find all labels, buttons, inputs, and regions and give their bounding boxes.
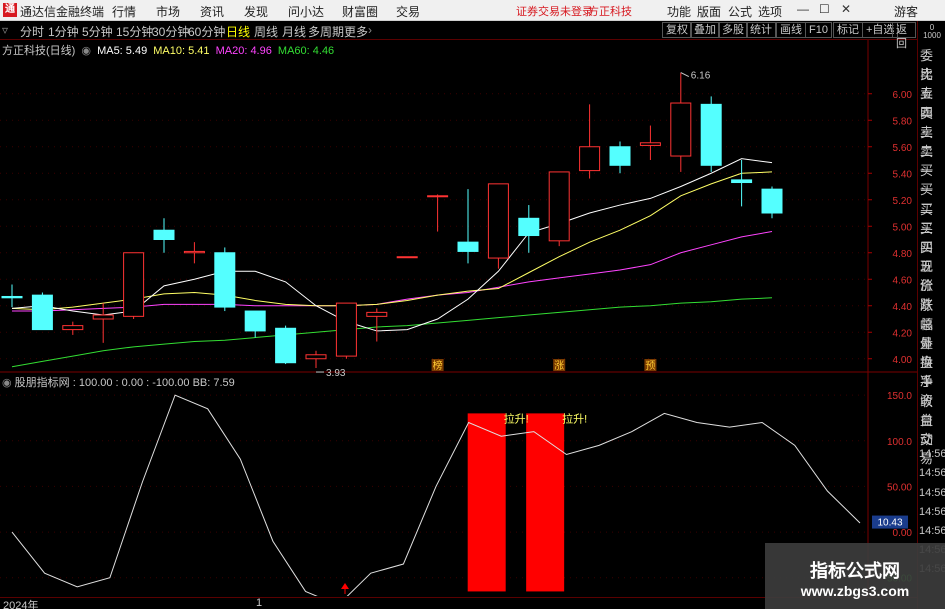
y-tick-label: 50.00 (887, 482, 912, 493)
candle-body (548, 171, 570, 242)
candle (214, 247, 236, 312)
candle (518, 205, 540, 253)
panel-top-label: 0 1000 (923, 23, 941, 40)
candle-body (366, 311, 388, 317)
candle-body (275, 327, 297, 364)
indicator-line (11, 394, 861, 596)
time-mark: 1 (256, 597, 263, 609)
y-tick-label: 4.80 (893, 249, 913, 260)
candle-body (518, 217, 540, 237)
candle (396, 256, 418, 259)
candle (305, 350, 327, 369)
y-tick-label: 5.80 (893, 116, 913, 127)
candle-body (305, 354, 327, 360)
candle (761, 186, 783, 219)
candle (548, 171, 570, 247)
y-tick-label: 0.00 (893, 528, 913, 539)
candle-body (214, 252, 236, 308)
candle (335, 302, 357, 359)
candle (1, 284, 23, 308)
panel-item: 14:56 (919, 525, 945, 537)
candle (731, 160, 753, 207)
watermark-title: 指标公式网 (810, 561, 900, 581)
y-tick-label: 4.40 (893, 302, 913, 313)
annotations-group: 6.16 3.93 榜 涨 预 (316, 71, 711, 379)
candle (275, 325, 297, 365)
candle (639, 125, 661, 160)
candle-body (153, 229, 175, 241)
y-tick-label: 150.0 (887, 391, 912, 402)
y-tick-label: 4.60 (893, 275, 913, 286)
event-marker-label: 预 (645, 360, 655, 372)
candle (487, 183, 509, 269)
candle (62, 321, 84, 335)
high-price-label: 6.16 (691, 71, 711, 82)
candle-body (609, 146, 631, 166)
high-arrow (680, 72, 690, 77)
y-tick-label: 5.40 (893, 169, 913, 180)
candle-body (487, 183, 509, 259)
candle-body (396, 256, 418, 259)
y-tick-label: 4.20 (893, 328, 913, 339)
candle-body (244, 310, 266, 332)
indicator-legend: ◉ 股朋指标网 : 100.00 : 0.00 : -100.00 BB: 7.… (2, 374, 235, 390)
y-tick-label: 100.0 (887, 437, 912, 448)
y-tick-label: 6.00 (893, 90, 913, 101)
candle-body (123, 252, 145, 317)
watermark-url: www.zbgs3.com (800, 583, 910, 599)
y-tick-label: 4.00 (893, 355, 913, 366)
sub-grid (0, 394, 868, 579)
watermark: 指标公式网 www.zbgs3.com (765, 543, 945, 609)
candle-body (670, 102, 692, 157)
main-grid (0, 40, 917, 596)
candle-body (62, 325, 84, 331)
candle-body (31, 294, 53, 331)
panel-item: 14:56 (919, 486, 945, 499)
candle-body (731, 179, 753, 184)
y-tick-label: 5.20 (893, 196, 913, 207)
low-price-label: 3.93 (326, 368, 346, 379)
candle (700, 96, 722, 172)
candle (183, 242, 205, 264)
dropdown-circle-icon[interactable]: ◉ (2, 377, 12, 389)
signal-text-1: 拉升! (504, 412, 529, 426)
y-tick-label: 5.60 (893, 143, 913, 154)
candle (244, 310, 266, 338)
panel-item: 14:56 (919, 448, 945, 461)
year-label: 2024年 (3, 600, 39, 609)
candle (670, 72, 692, 172)
candle-body (183, 250, 205, 254)
up-arrow-icon (341, 583, 349, 589)
candle-body (639, 142, 661, 146)
signal-text-2: 拉升! (562, 412, 587, 426)
candle-body (579, 146, 601, 172)
candle (579, 104, 601, 179)
event-marker-label: 榜 (433, 359, 443, 372)
main-y-axis: 4.00 4.20 4.40 4.60 4.80 5.00 5.20 5.40 5.60 5.80… (868, 90, 912, 366)
price-chart[interactable]: 4.00 4.20 4.40 4.60 4.80 5.00 5.20 5.40 5.60 5.80… (0, 0, 917, 596)
indicator-label: 股朋指标网 : 100.00 : 0.00 : -100.00 BB: 7.59 (14, 377, 235, 389)
candle-body (335, 302, 357, 357)
panel-item: 14:56 (919, 467, 945, 480)
event-marker-label: 涨 (554, 360, 564, 372)
candle (31, 292, 53, 331)
candle-body (1, 295, 23, 299)
candle-body (427, 195, 449, 198)
candle-body (700, 103, 722, 166)
y-tick-label: 5.00 (893, 222, 913, 233)
candle (366, 308, 388, 342)
candle (609, 141, 631, 174)
candle (123, 252, 145, 319)
candles-group (1, 72, 783, 369)
current-value-label: 10.43 (877, 518, 902, 529)
candle-body (457, 241, 479, 252)
signal-bar (467, 413, 506, 592)
right-quote-panel: 0 1000 委比 卖五 卖四 卖三 卖二 卖一 买一 买二 买三 买四 买五 现价 涨跌 涨幅 总量 外盘 换手… (917, 21, 945, 609)
candle (153, 218, 175, 253)
panel-item: 14:56 (919, 505, 945, 518)
candle-body (761, 188, 783, 214)
candle-body (92, 314, 114, 320)
